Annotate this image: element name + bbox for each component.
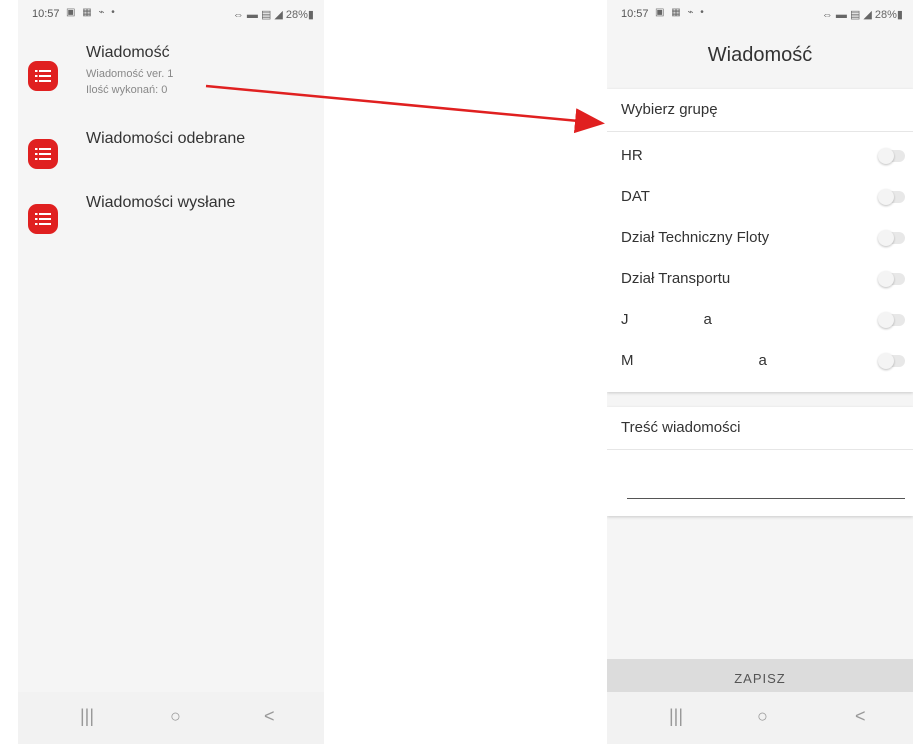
arrow-line [205, 84, 605, 134]
annotation-arrow [205, 84, 605, 134]
